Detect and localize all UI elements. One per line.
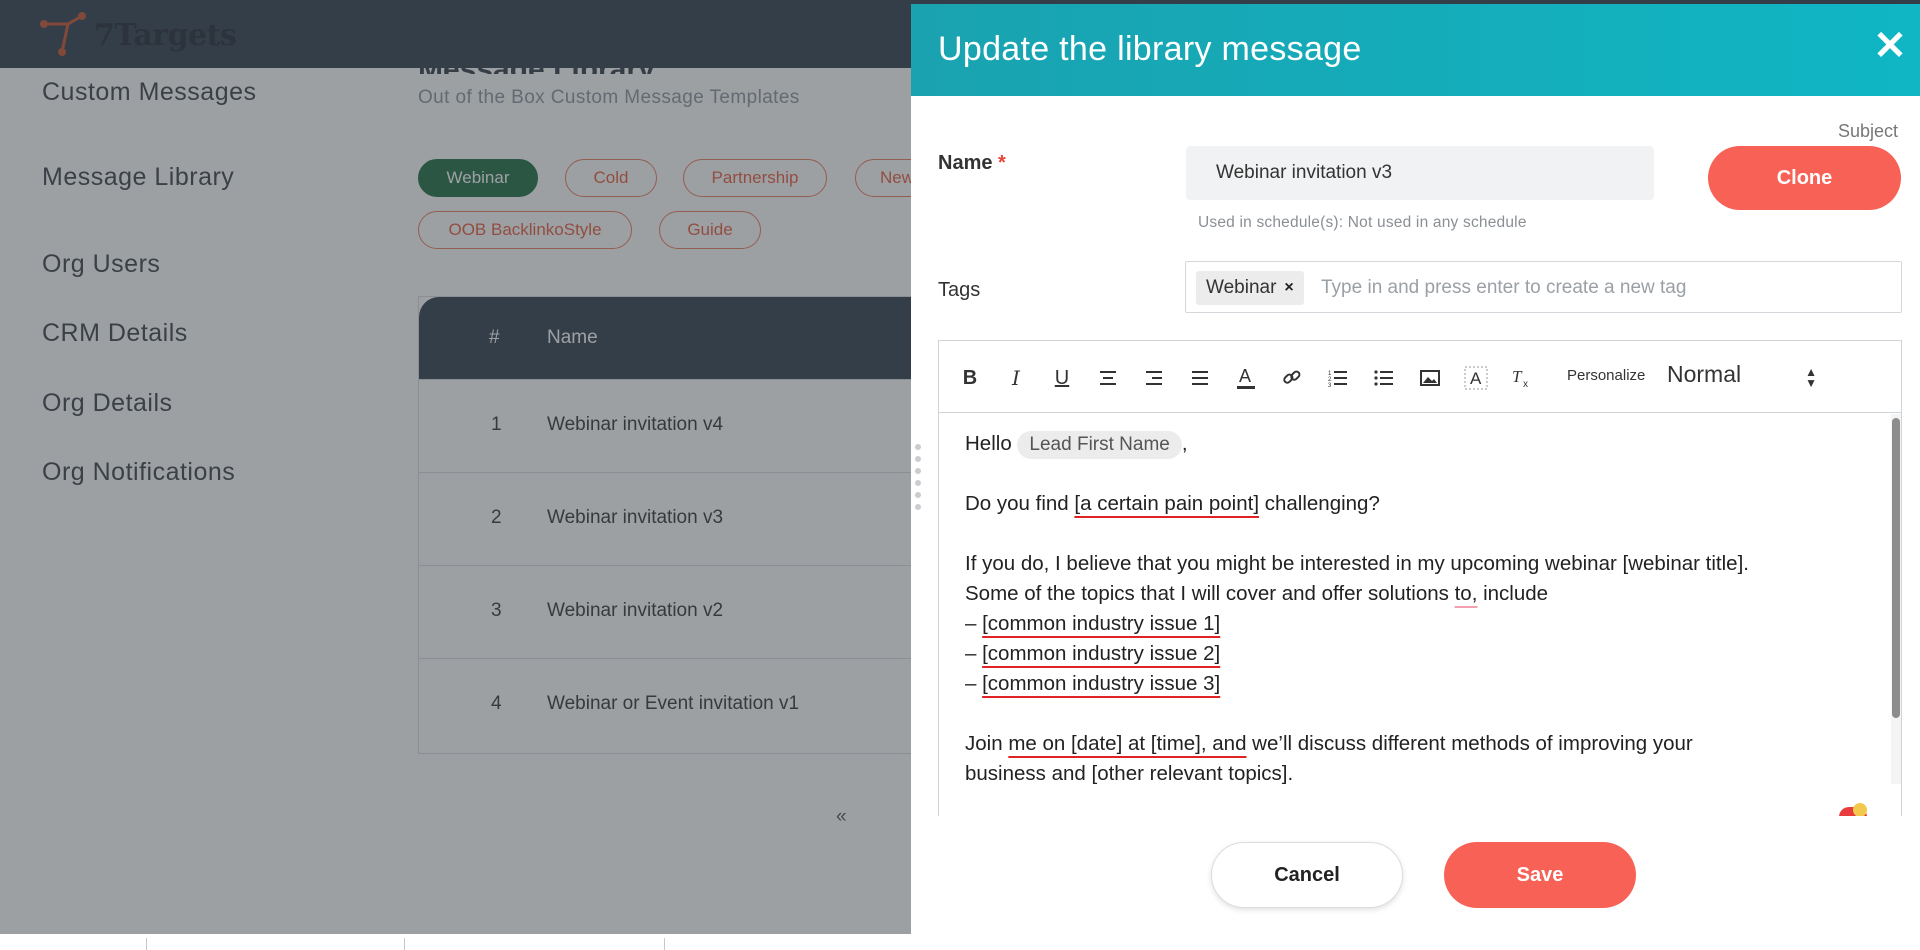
align-justify-icon[interactable] [1185,363,1215,393]
name-label: Name * [938,152,1006,175]
modal-header: Update the library message ✕ [911,4,1920,96]
text-format-value: Normal [1667,361,1742,387]
underline-icon[interactable]: U [1047,363,1077,393]
required-asterisk: * [998,152,1006,174]
modal-footer: Cancel Save [911,816,1920,934]
tag-chip-webinar: Webinar × [1196,271,1304,305]
issue-dash: – [965,642,983,665]
remove-tag-icon[interactable]: × [1284,279,1293,297]
editor-toolbar: B I U A 123 A T x Personalize Normal ▲ ▼ [939,341,1901,413]
bullet-list-icon[interactable] [1369,363,1399,393]
personalize-button[interactable]: Personalize [1567,367,1645,384]
cancel-button[interactable]: Cancel [1211,842,1403,908]
issue-line: – [common industry issue 1] [965,609,1865,639]
svg-text:3: 3 [1328,383,1332,387]
editor-scroll-thumb[interactable] [1892,418,1900,718]
greeting-comma: , [1181,432,1188,455]
message-editor: B I U A 123 A T x Personalize Normal ▲ ▼… [938,340,1902,820]
bold-icon[interactable]: B [955,363,985,393]
issue-line: – [common industry issue 3] [965,669,1865,699]
join-text-end: we’ll discuss different methods of impro… [1246,732,1693,755]
issue-dash: – [965,612,983,635]
question-text-start: Do you find [965,492,1075,515]
grammar-alert-icon [1853,803,1867,817]
spellcheck-flag[interactable]: [a certain pain point] [1074,492,1259,515]
drag-handle-icon[interactable] [914,444,928,514]
svg-text:A: A [1470,369,1482,388]
issue-text[interactable]: [common industry issue 2] [982,642,1220,665]
subject-label: Subject [1837,121,1898,141]
merge-field-lead-first-name[interactable]: Lead First Name [1017,431,1182,459]
bottom-taskbar-strip [0,934,1920,950]
italic-icon[interactable]: I [1001,363,1031,393]
issue-line: – [common industry issue 2] [965,639,1865,669]
join-text-start: Join [965,732,1009,755]
closing-line: business and [other relevant topics]. [965,762,1294,785]
update-message-modal: Update the library message ✕ Name * Subj… [911,4,1920,934]
text-color-icon[interactable]: A [1231,363,1261,393]
issue-dash: – [965,672,983,695]
grammar-flag[interactable]: to, [1455,582,1478,605]
question-text-end: challenging? [1259,492,1380,515]
topics-text-end: include [1477,582,1549,605]
greeting-text: Hello [965,432,1012,455]
topics-text-start: Some of the topics that I will cover and… [965,582,1455,605]
select-arrows-icon: ▲ ▼ [1805,365,1817,390]
modal-title: Update the library message [938,30,1362,68]
save-button[interactable]: Save [1444,842,1636,908]
schedule-usage-note: Used in schedule(s): Not used in any sch… [1198,214,1527,231]
tags-label: Tags [938,279,981,301]
svg-text:x: x [1523,379,1528,388]
tag-input[interactable] [1321,272,1881,304]
align-center-icon[interactable] [1093,363,1123,393]
clear-format-icon[interactable]: Tx [1507,363,1537,393]
paragraph-line: If you do, I believe that you might be i… [965,552,1749,575]
name-label-text: Name [938,152,993,174]
issue-text[interactable]: [common industry issue 3] [982,672,1220,695]
tags-field[interactable]: Webinar × [1185,261,1902,313]
link-icon[interactable] [1277,363,1307,393]
text-format-select[interactable]: Normal ▲ ▼ [1667,361,1817,395]
editor-scrollbar[interactable] [1891,414,1901,784]
align-right-icon[interactable] [1139,363,1169,393]
editor-content[interactable]: Hello Lead First Name, Do you find [a ce… [939,414,1891,819]
svg-text:T: T [1512,368,1523,386]
clone-button[interactable]: Clone [1708,146,1901,210]
spellcheck-flag[interactable]: me on [date] at [time], and [1008,732,1246,755]
name-input[interactable] [1186,146,1654,200]
ordered-list-icon[interactable]: 123 [1323,363,1353,393]
greeting-line: Hello Lead First Name, [965,429,1865,459]
close-icon[interactable]: ✕ [1872,24,1908,68]
question-line: Do you find [a certain pain point] chall… [965,489,1865,519]
topics-line: Some of the topics that I will cover and… [965,579,1865,609]
background-color-icon[interactable]: A [1461,363,1491,393]
image-icon[interactable] [1415,363,1445,393]
svg-text:A: A [1239,366,1251,386]
join-line: Join me on [date] at [time], and we’ll d… [965,729,1865,759]
issue-text[interactable]: [common industry issue 1] [982,612,1220,635]
tag-chip-label: Webinar [1206,277,1277,298]
